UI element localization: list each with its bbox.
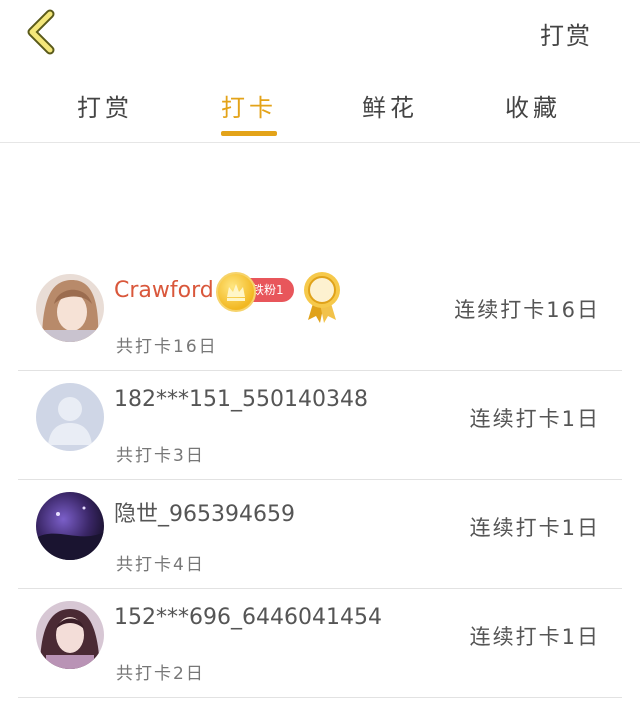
avatar[interactable]: [36, 601, 104, 669]
tab-flowers[interactable]: 鲜花: [330, 88, 450, 123]
total-checkin-days: 共打卡2日: [116, 664, 205, 684]
user-name: 152***696_6446041454: [114, 605, 382, 630]
checkin-list: Crawford 铁粉1 共打卡16日 连续打卡16日 182***151_55…: [18, 262, 622, 698]
list-item[interactable]: Crawford 铁粉1 共打卡16日 连续打卡16日: [18, 262, 622, 371]
list-item[interactable]: 隐世_965394659 共打卡4日 连续打卡1日: [18, 480, 622, 589]
default-avatar-icon[interactable]: [36, 383, 104, 451]
total-checkin-days: 共打卡16日: [116, 337, 218, 357]
tab-favorites[interactable]: 收藏: [473, 88, 593, 123]
list-item[interactable]: 152***696_6446041454 共打卡2日 连续打卡1日: [18, 589, 622, 698]
user-name: Crawford: [114, 278, 214, 303]
tab-reward[interactable]: 打赏: [45, 88, 165, 123]
streak-days: 连续打卡16日: [454, 298, 600, 322]
user-name: 182***151_550140348: [114, 387, 368, 412]
chevron-left-icon: [27, 9, 55, 55]
list-item[interactable]: 182***151_550140348 共打卡3日 连续打卡1日: [18, 371, 622, 480]
tab-checkin[interactable]: 打卡: [189, 88, 309, 123]
total-checkin-days: 共打卡3日: [116, 446, 205, 466]
streak-days: 连续打卡1日: [469, 625, 600, 649]
streak-days: 连续打卡1日: [469, 407, 600, 431]
user-name: 隐世_965394659: [114, 502, 295, 527]
avatar[interactable]: [36, 274, 104, 342]
medal-icon: [304, 272, 340, 323]
total-checkin-days: 共打卡4日: [116, 555, 205, 575]
back-button[interactable]: [18, 8, 66, 56]
active-tab-indicator: [221, 131, 277, 136]
reward-header-link[interactable]: 打赏: [540, 16, 592, 51]
top-bar: 打赏: [0, 0, 640, 68]
tab-bar: 打赏 打卡 鲜花 收藏: [0, 80, 640, 143]
crown-icon: [216, 272, 256, 312]
streak-days: 连续打卡1日: [469, 516, 600, 540]
avatar[interactable]: [36, 492, 104, 560]
